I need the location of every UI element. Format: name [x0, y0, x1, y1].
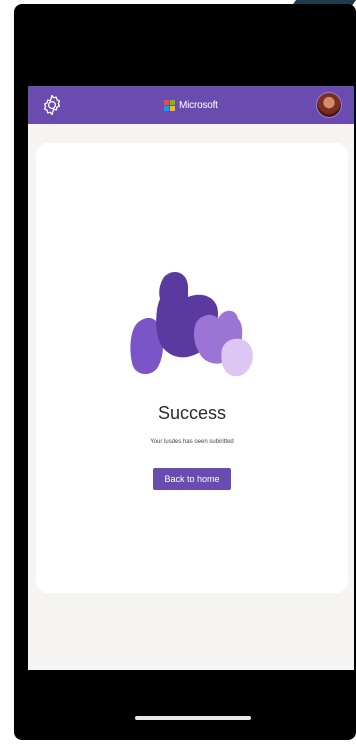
success-title: Success — [157, 403, 227, 423]
microsoft-logo-icon — [164, 99, 175, 111]
avatar[interactable] — [316, 92, 342, 118]
app-header: Microsoft — [28, 86, 354, 124]
success-message: Your lusdes has oeen subiritted — [150, 439, 234, 445]
brand-name: Microsoft — [179, 99, 218, 111]
home-indicator[interactable] — [135, 716, 251, 720]
success-card: Success Your lusdes has oeen subiritted … — [36, 143, 348, 593]
thumbs-up-hands-icon — [130, 272, 253, 377]
microsoft-brand: Microsoft — [164, 97, 218, 113]
back-to-home-button[interactable]: Back to home — [153, 468, 231, 490]
gear-icon[interactable] — [40, 93, 64, 117]
